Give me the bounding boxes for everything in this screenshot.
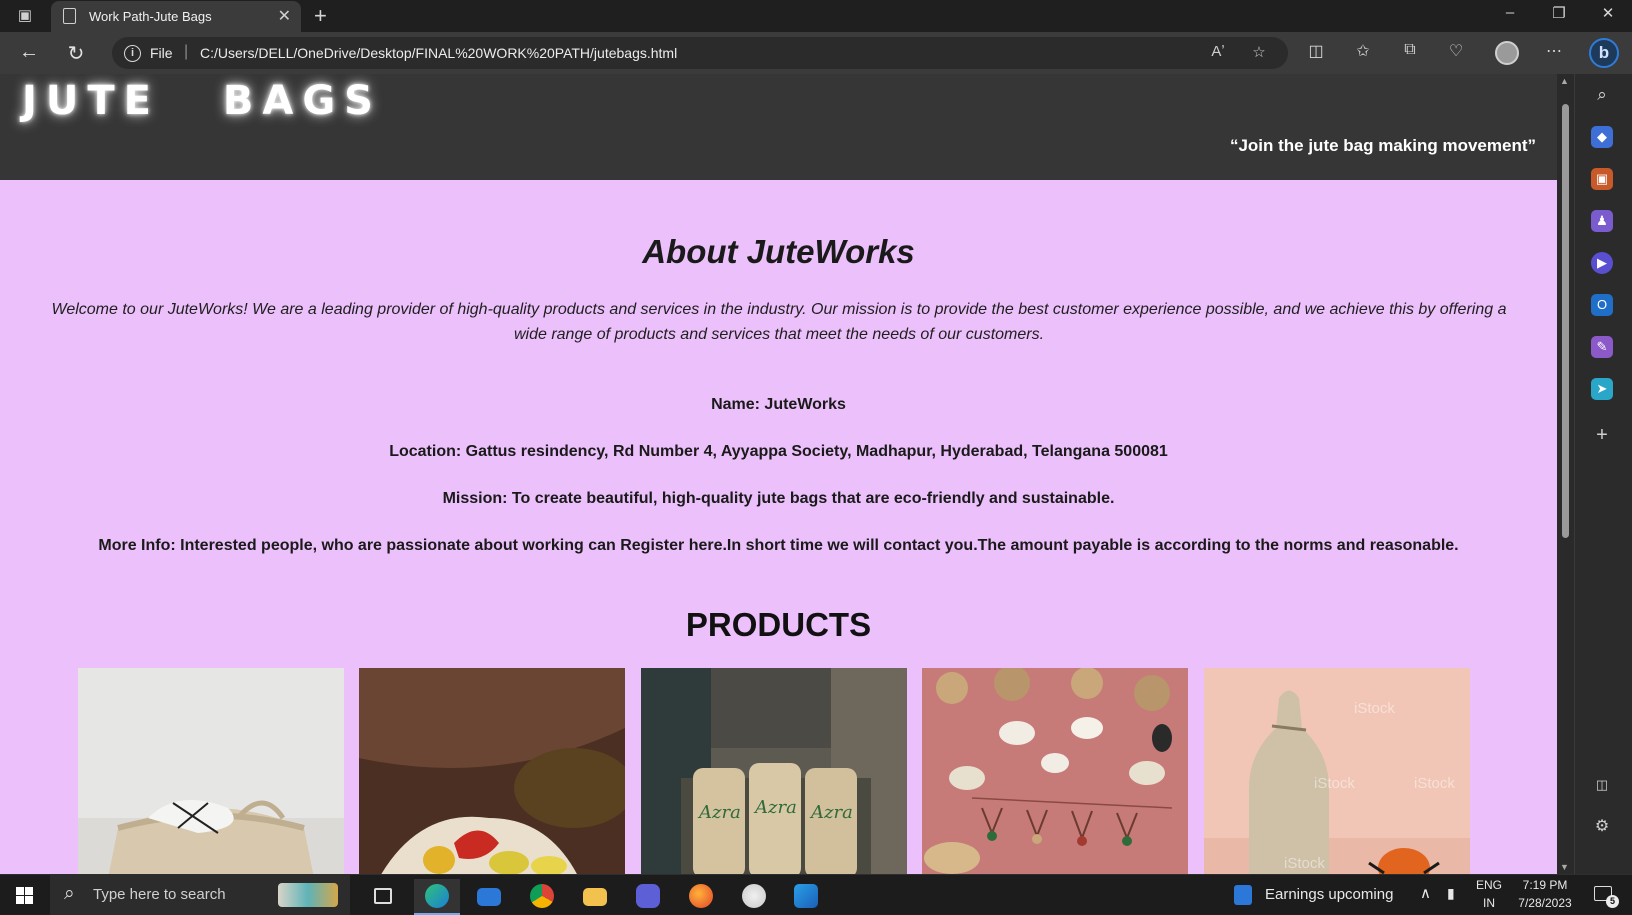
windows-taskbar: ⌕ Type here to search Earnings upcoming …: [0, 874, 1632, 915]
watermark-text-3: iStock: [1414, 775, 1455, 792]
browser-toolbar: ← ↻ i File | C:/Users/DELL/OneDrive/Desk…: [0, 32, 1632, 74]
read-aloud-icon[interactable]: Aʼ: [1207, 43, 1229, 63]
product-image-rope-basket[interactable]: [78, 668, 344, 874]
language-region: IN: [1483, 896, 1495, 910]
task-view-icon[interactable]: [360, 879, 406, 915]
back-icon[interactable]: ←: [15, 41, 43, 65]
about-more-info: More Info: Interested people, who are pa…: [98, 537, 1459, 554]
address-url[interactable]: C:/Users/DELL/OneDrive/Desktop/FINAL%20W…: [200, 45, 677, 61]
taskbar-photos-icon[interactable]: [783, 879, 829, 915]
collections-icon[interactable]: ⧉: [1397, 41, 1423, 65]
taskbar-edge-icon[interactable]: [414, 879, 460, 915]
site-logo: JUTE BAGS: [22, 78, 382, 124]
bing-copilot-icon[interactable]: b: [1589, 38, 1619, 68]
sidebar-outlook-icon[interactable]: O: [1591, 294, 1613, 316]
notification-center-icon[interactable]: 5: [1590, 875, 1620, 915]
site-tagline: “Join the jute bag making movement”: [1229, 136, 1536, 155]
clock-date: 7/28/2023: [1518, 896, 1572, 910]
about-welcome-text: Welcome to our JuteWorks! We are a leadi…: [51, 301, 1507, 343]
sidebar-tools-icon[interactable]: ▣: [1591, 168, 1613, 190]
taskbar-file-explorer-icon[interactable]: [572, 879, 618, 915]
watermark-text-4: iStock: [1284, 855, 1325, 872]
clock[interactable]: 7:19 PM 7/28/2023: [1510, 875, 1580, 915]
notification-count: 5: [1606, 895, 1619, 908]
microphone-icon[interactable]: ▮: [1447, 875, 1463, 915]
restore-icon[interactable]: ❐: [1539, 4, 1579, 28]
sidebar-designer-icon[interactable]: ✎: [1591, 336, 1613, 358]
product-image-jute-crafts[interactable]: [922, 668, 1188, 874]
language-indicator[interactable]: ENG IN: [1474, 875, 1504, 915]
watermark-text-2: iStock: [1314, 775, 1355, 792]
show-hidden-icons[interactable]: ∧: [1420, 875, 1436, 915]
sack-print-text-1: Azra: [697, 802, 741, 823]
about-mission: Mission: To create beautiful, high-quali…: [442, 490, 1115, 507]
news-widget-text: Earnings upcoming: [1265, 886, 1394, 903]
product-image-produce-bag[interactable]: [359, 668, 625, 874]
taskbar-mail-icon[interactable]: [466, 879, 512, 915]
browser-tab-bar: ▣ Work Path-Jute Bags ✕ + – ❐ ✕: [0, 0, 1632, 32]
sidebar-drop-icon[interactable]: ➤: [1591, 378, 1613, 400]
sidebar-copilot-icon[interactable]: ▶: [1591, 252, 1613, 274]
address-separator: |: [184, 43, 189, 60]
more-options-icon[interactable]: ⋯: [1541, 41, 1567, 65]
search-highlight-icon: [278, 883, 338, 907]
sack-print-text-2: Azra: [753, 797, 797, 818]
sidebar-add-icon[interactable]: +: [1591, 424, 1613, 446]
product-image-bottle-bag[interactable]: iStock iStock iStock iStock: [1204, 668, 1470, 874]
page-scrollbar[interactable]: ▲ ▼: [1557, 74, 1574, 874]
favorite-star-icon[interactable]: ☆: [1248, 43, 1270, 63]
clock-time: 7:19 PM: [1522, 878, 1568, 892]
sidebar-shopping-icon[interactable]: ◆: [1591, 126, 1613, 148]
sidebar-search-icon[interactable]: ⌕: [1591, 84, 1613, 106]
about-name: Name: JuteWorks: [711, 396, 846, 413]
taskbar-search-box[interactable]: ⌕ Type here to search: [50, 875, 350, 915]
search-icon: ⌕: [64, 883, 75, 904]
tab-actions-icon[interactable]: ▣: [12, 6, 38, 26]
product-image-jute-sacks[interactable]: Azra Azra Azra: [641, 668, 907, 874]
scrollbar-thumb[interactable]: [1562, 104, 1569, 538]
sack-print-text-3: Azra: [809, 802, 853, 823]
browser-tab-active[interactable]: Work Path-Jute Bags ✕: [51, 1, 301, 32]
taskbar-chrome-icon[interactable]: [519, 879, 565, 915]
address-scheme: File: [150, 45, 173, 61]
browser-essentials-icon[interactable]: ♡: [1443, 41, 1469, 65]
news-widget-icon: [1234, 885, 1252, 905]
taskbar-media-player-icon[interactable]: [625, 879, 671, 915]
split-screen-icon[interactable]: ◫: [1303, 41, 1329, 65]
news-widget[interactable]: Earnings upcoming: [1232, 875, 1402, 915]
taskbar-paint-icon[interactable]: [731, 879, 777, 915]
sidebar-settings-icon[interactable]: ⚙: [1591, 816, 1613, 838]
page-document-icon: [63, 8, 76, 24]
scroll-down-icon[interactable]: ▼: [1560, 862, 1569, 872]
watermark-text-1: iStock: [1354, 700, 1395, 717]
close-window-icon[interactable]: ✕: [1588, 4, 1628, 28]
sidebar-hide-icon[interactable]: ◫: [1591, 774, 1613, 796]
minimize-icon[interactable]: –: [1490, 4, 1530, 28]
site-header: JUTE BAGS “Join the jute bag making move…: [0, 74, 1557, 180]
refresh-icon[interactable]: ↻: [62, 41, 90, 65]
language-code: ENG: [1475, 878, 1502, 892]
profile-avatar[interactable]: [1495, 41, 1519, 65]
windows-start-icon[interactable]: [16, 887, 33, 904]
new-tab-icon[interactable]: +: [314, 3, 327, 29]
page-viewport: JUTE BAGS “Join the jute bag making move…: [0, 74, 1557, 874]
scroll-up-icon[interactable]: ▲: [1560, 76, 1569, 86]
tab-title: Work Path-Jute Bags: [89, 9, 212, 24]
close-tab-icon[interactable]: ✕: [278, 6, 291, 26]
favorites-icon[interactable]: ✩: [1350, 41, 1376, 65]
site-info-icon[interactable]: i: [124, 45, 141, 62]
taskbar-firefox-icon[interactable]: [678, 879, 724, 915]
sidebar-games-icon[interactable]: ♟: [1591, 210, 1613, 232]
about-title: About JuteWorks: [642, 233, 915, 270]
products-title: PRODUCTS: [685, 606, 872, 643]
taskbar-search-placeholder: Type here to search: [93, 886, 226, 903]
address-bar[interactable]: i File | C:/Users/DELL/OneDrive/Desktop/…: [112, 37, 1288, 69]
about-location: Location: Gattus resindency, Rd Number 4…: [389, 443, 1168, 460]
edge-sidebar: ⌕ ◆ ▣ ♟ ▶ O ✎ ➤ + ◫ ⚙: [1574, 74, 1632, 874]
